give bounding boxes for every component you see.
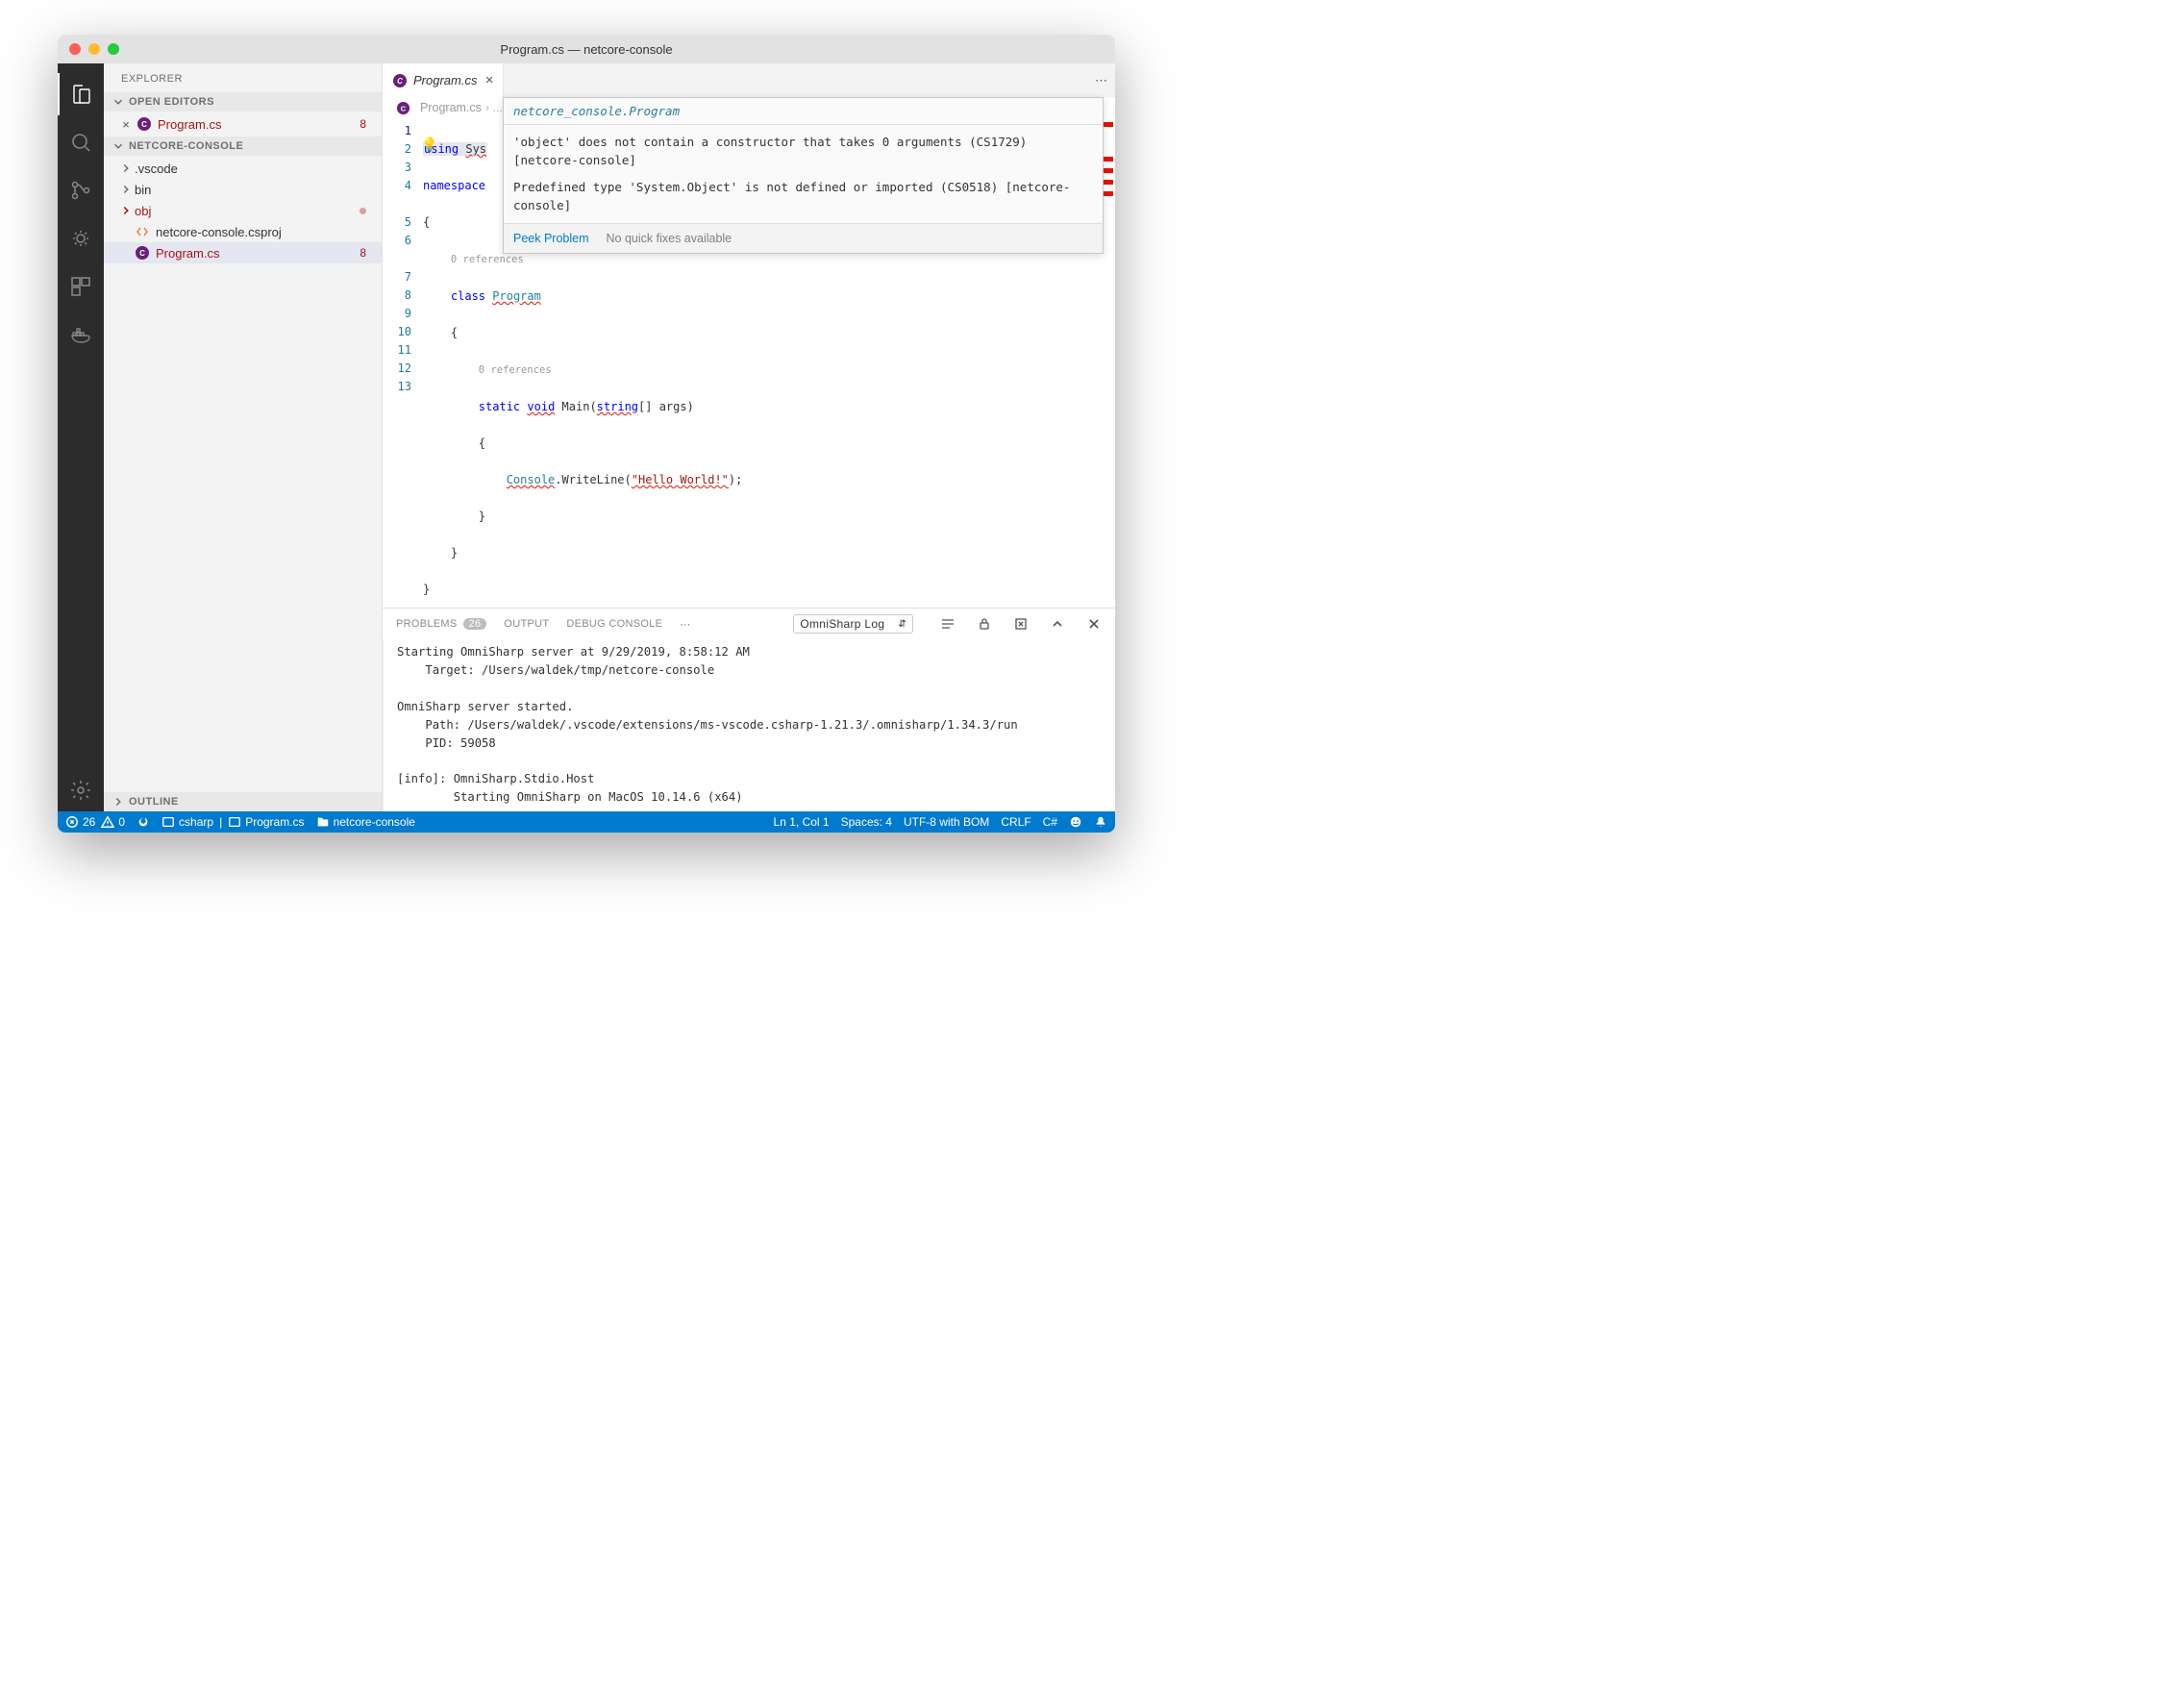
- search-icon[interactable]: [58, 121, 104, 163]
- chevron-right-icon: [119, 204, 133, 217]
- svg-text:C: C: [139, 249, 145, 258]
- activity-bar: [58, 63, 104, 811]
- maximize-window[interactable]: [108, 43, 119, 55]
- csharp-icon: C: [392, 73, 408, 88]
- app-window: Program.cs — netcore-console EXPLORER OP…: [58, 35, 1115, 833]
- hover-title: netcore_console.Program: [504, 98, 1103, 125]
- eol[interactable]: CRLF: [1001, 815, 1030, 829]
- language-mode[interactable]: C#: [1043, 815, 1057, 829]
- open-editor-item[interactable]: × C Program.cs 8: [104, 113, 382, 135]
- indentation[interactable]: Spaces: 4: [841, 815, 892, 829]
- status-bar: 26 0 csharp | Program.cs netcore-console…: [58, 811, 1115, 833]
- window-title: Program.cs — netcore-console: [58, 42, 1115, 57]
- svg-text:C: C: [401, 104, 407, 112]
- xml-icon: [135, 224, 150, 239]
- tree-folder[interactable]: bin: [104, 179, 382, 200]
- tree-file[interactable]: netcore-console.csproj: [104, 221, 382, 242]
- docker-icon[interactable]: [58, 313, 104, 356]
- status-project[interactable]: netcore-console: [316, 815, 415, 829]
- dirty-indicator: [360, 208, 366, 214]
- hover-tooltip: netcore_console.Program 'object' does no…: [503, 97, 1104, 254]
- problems-tab[interactable]: PROBLEMS 26: [396, 618, 486, 630]
- errors-count[interactable]: 26: [65, 815, 95, 829]
- panel-tabs: PROBLEMS 26 OUTPUT DEBUG CONSOLE ⋯ OmniS…: [383, 609, 1115, 639]
- svg-text:C: C: [141, 120, 147, 129]
- close-icon[interactable]: ×: [119, 117, 133, 132]
- editor-tab[interactable]: C Program.cs ×: [383, 63, 504, 97]
- hover-message: 'object' does not contain a constructor …: [504, 125, 1103, 224]
- open-editors-header[interactable]: OPEN EDITORS: [104, 92, 382, 112]
- debug-console-tab[interactable]: DEBUG CONSOLE: [566, 618, 662, 630]
- close-panel-icon[interactable]: [1086, 616, 1102, 632]
- feedback-icon[interactable]: [1069, 815, 1082, 829]
- csharp-icon: C: [135, 245, 150, 261]
- chevron-right-icon: [119, 183, 133, 196]
- maximize-panel-icon[interactable]: [1050, 616, 1065, 632]
- source-control-icon[interactable]: [58, 169, 104, 212]
- app-body: EXPLORER OPEN EDITORS × C Program.cs 8 N…: [58, 63, 1115, 811]
- close-tab-icon[interactable]: ×: [484, 72, 493, 88]
- bottom-panel: PROBLEMS 26 OUTPUT DEBUG CONSOLE ⋯ OmniS…: [383, 608, 1115, 811]
- chevron-right-icon: [112, 795, 125, 809]
- editor-tabs: C Program.cs × ⋯: [383, 63, 1115, 97]
- titlebar: Program.cs — netcore-console: [58, 35, 1115, 63]
- more-actions-icon[interactable]: ⋯: [1095, 73, 1107, 88]
- lightbulb-icon[interactable]: 💡: [421, 137, 437, 155]
- debug-icon[interactable]: [58, 217, 104, 260]
- warnings-count[interactable]: 0: [101, 815, 125, 829]
- peek-problem-link[interactable]: Peek Problem: [513, 232, 589, 245]
- settings-gear-icon[interactable]: [58, 769, 104, 811]
- hover-actions: Peek Problem No quick fixes available: [504, 224, 1103, 253]
- extensions-icon[interactable]: [58, 265, 104, 308]
- status-csharp[interactable]: csharp | Program.cs: [161, 815, 305, 829]
- word-wrap-icon[interactable]: [940, 616, 956, 632]
- lock-scroll-icon[interactable]: [977, 616, 992, 632]
- line-gutter: 1 2 3 4 5 6 7 8 9 10 11 12 13: [383, 118, 423, 608]
- editor-area: C Program.cs × ⋯ C Program.cs › ... netc…: [383, 63, 1115, 811]
- file-tree: .vscode bin obj netcore-console.csproj C: [104, 156, 382, 792]
- explorer-icon[interactable]: [58, 73, 104, 115]
- sidebar: EXPLORER OPEN EDITORS × C Program.cs 8 N…: [104, 63, 383, 811]
- chevron-down-icon: [112, 95, 125, 109]
- tree-folder[interactable]: .vscode: [104, 158, 382, 179]
- open-editors-list: × C Program.cs 8: [104, 112, 382, 137]
- chevron-down-icon: [112, 139, 125, 153]
- clear-output-icon[interactable]: [1013, 616, 1029, 632]
- encoding[interactable]: UTF-8 with BOM: [904, 815, 989, 829]
- more-panels-icon[interactable]: ⋯: [680, 618, 690, 631]
- tree-file[interactable]: C Program.cs 8: [104, 242, 382, 263]
- csharp-icon: C: [396, 101, 410, 115]
- tree-folder[interactable]: obj: [104, 200, 382, 221]
- output-channel-select[interactable]: OmniSharp Log ⇵: [793, 614, 913, 634]
- output-tab[interactable]: OUTPUT: [504, 618, 549, 630]
- sidebar-title: EXPLORER: [104, 63, 382, 92]
- workspace-header[interactable]: NETCORE-CONSOLE: [104, 137, 382, 156]
- svg-text:C: C: [397, 77, 403, 86]
- tab-actions: ⋯: [1087, 63, 1115, 97]
- omnisharp-flame-icon[interactable]: [136, 815, 150, 829]
- window-controls: [58, 43, 119, 55]
- cursor-position[interactable]: Ln 1, Col 1: [774, 815, 830, 829]
- close-window[interactable]: [69, 43, 81, 55]
- chevron-right-icon: [119, 162, 133, 175]
- no-quick-fix-label: No quick fixes available: [607, 232, 732, 245]
- outline-header[interactable]: OUTLINE: [104, 792, 382, 811]
- csharp-icon: C: [136, 116, 152, 132]
- notifications-icon[interactable]: [1094, 815, 1107, 829]
- output-log[interactable]: Starting OmniSharp server at 9/29/2019, …: [383, 639, 1115, 811]
- minimize-window[interactable]: [88, 43, 100, 55]
